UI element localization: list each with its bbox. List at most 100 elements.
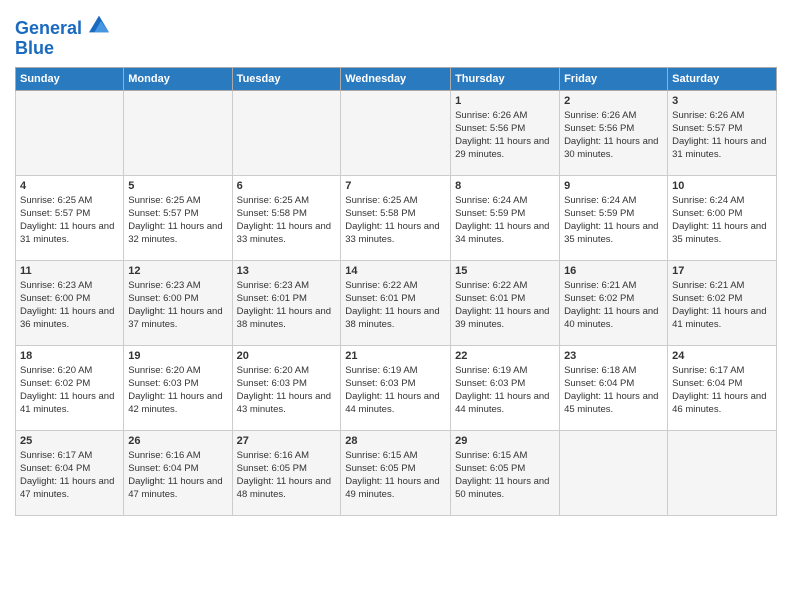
col-header-tuesday: Tuesday [232, 67, 341, 90]
daylight-text: Daylight: 11 hours and 38 minutes. [237, 306, 331, 330]
sunrise-text: Sunrise: 6:18 AM [564, 365, 636, 376]
sunset-text: Sunset: 6:03 PM [455, 378, 525, 389]
day-number: 9 [564, 179, 663, 194]
day-number: 27 [237, 434, 337, 449]
sunrise-text: Sunrise: 6:25 AM [237, 195, 309, 206]
calendar-header-row: SundayMondayTuesdayWednesdayThursdayFrid… [16, 67, 777, 90]
daylight-text: Daylight: 11 hours and 39 minutes. [455, 306, 549, 330]
sunrise-text: Sunrise: 6:20 AM [237, 365, 309, 376]
calendar-cell: 25Sunrise: 6:17 AMSunset: 6:04 PMDayligh… [16, 430, 124, 515]
sunrise-text: Sunrise: 6:17 AM [20, 450, 92, 461]
sunrise-text: Sunrise: 6:22 AM [345, 280, 417, 291]
day-number: 25 [20, 434, 119, 449]
daylight-text: Daylight: 11 hours and 31 minutes. [20, 221, 114, 245]
day-number: 14 [345, 264, 446, 279]
calendar-cell: 28Sunrise: 6:15 AMSunset: 6:05 PMDayligh… [341, 430, 451, 515]
col-header-thursday: Thursday [451, 67, 560, 90]
day-number: 18 [20, 349, 119, 364]
sunrise-text: Sunrise: 6:26 AM [564, 110, 636, 121]
calendar-cell: 18Sunrise: 6:20 AMSunset: 6:02 PMDayligh… [16, 345, 124, 430]
col-header-wednesday: Wednesday [341, 67, 451, 90]
daylight-text: Daylight: 11 hours and 49 minutes. [345, 476, 439, 500]
calendar-week-row: 1 Sunrise: 6:26 AM Sunset: 5:56 PM Daylight… [16, 90, 777, 175]
day-number: 4 [20, 179, 119, 194]
day-number: 1 [455, 94, 555, 109]
sunrise-text: Sunrise: 6:15 AM [455, 450, 527, 461]
calendar-cell [16, 90, 124, 175]
daylight-text: Daylight: 11 hours and 30 minutes. [564, 136, 658, 160]
calendar-cell: 11Sunrise: 6:23 AMSunset: 6:00 PMDayligh… [16, 260, 124, 345]
calendar-week-row: 18Sunrise: 6:20 AMSunset: 6:02 PMDayligh… [16, 345, 777, 430]
sunrise-text: Sunrise: 6:17 AM [672, 365, 744, 376]
calendar-cell: 29Sunrise: 6:15 AMSunset: 6:05 PMDayligh… [451, 430, 560, 515]
sunset-text: Sunset: 6:05 PM [345, 463, 415, 474]
daylight-text: Daylight: 11 hours and 29 minutes. [455, 136, 549, 160]
day-number: 28 [345, 434, 446, 449]
sunset-text: Sunset: 5:59 PM [564, 208, 634, 219]
calendar-cell: 20Sunrise: 6:20 AMSunset: 6:03 PMDayligh… [232, 345, 341, 430]
daylight-text: Daylight: 11 hours and 37 minutes. [128, 306, 222, 330]
daylight-text: Daylight: 11 hours and 35 minutes. [672, 221, 766, 245]
day-number: 11 [20, 264, 119, 279]
sunrise-text: Sunrise: 6:16 AM [128, 450, 200, 461]
sunrise-text: Sunrise: 6:22 AM [455, 280, 527, 291]
daylight-text: Daylight: 11 hours and 41 minutes. [20, 391, 114, 415]
sunset-text: Sunset: 6:02 PM [564, 293, 634, 304]
sunset-text: Sunset: 6:04 PM [564, 378, 634, 389]
day-number: 23 [564, 349, 663, 364]
sunset-text: Sunset: 6:00 PM [128, 293, 198, 304]
calendar-cell: 19Sunrise: 6:20 AMSunset: 6:03 PMDayligh… [124, 345, 232, 430]
calendar-week-row: 25Sunrise: 6:17 AM Sunset: 6:04 PM Dayligh… [16, 430, 777, 515]
day-number: 12 [128, 264, 227, 279]
calendar-cell: 26Sunrise: 6:16 AMSunset: 6:04 PMDayligh… [124, 430, 232, 515]
calendar-cell: 24Sunrise: 6:17 AMSunset: 6:04 PMDayligh… [668, 345, 777, 430]
sunset-text: Sunset: 5:56 PM [455, 123, 525, 134]
sunset-text: Sunset: 6:00 PM [672, 208, 742, 219]
calendar-cell [341, 90, 451, 175]
day-number: 21 [345, 349, 446, 364]
sunset-text: Sunset: 5:57 PM [20, 208, 90, 219]
sunrise-text: Sunrise: 6:20 AM [20, 365, 92, 376]
day-number: 5 [128, 179, 227, 194]
calendar-cell [232, 90, 341, 175]
sunset-text: Sunset: 6:02 PM [672, 293, 742, 304]
sunset-text: Sunset: 5:57 PM [128, 208, 198, 219]
daylight-text: Daylight: 11 hours and 33 minutes. [237, 221, 331, 245]
daylight-text: Daylight: 11 hours and 44 minutes. [345, 391, 439, 415]
sunrise-text: Sunrise: 6:26 AM [672, 110, 744, 121]
daylight-text: Daylight: 11 hours and 35 minutes. [564, 221, 658, 245]
col-header-saturday: Saturday [668, 67, 777, 90]
sunset-text: Sunset: 6:05 PM [237, 463, 307, 474]
calendar-cell: 2Sunrise: 6:26 AMSunset: 5:56 PMDaylight… [560, 90, 668, 175]
sunset-text: Sunset: 6:03 PM [128, 378, 198, 389]
sunrise-text: Sunrise: 6:24 AM [455, 195, 527, 206]
sunset-text: Sunset: 6:04 PM [20, 463, 90, 474]
day-number: 22 [455, 349, 555, 364]
daylight-text: Daylight: 11 hours and 31 minutes. [672, 136, 766, 160]
calendar-week-row: 4Sunrise: 6:25 AMSunset: 5:57 PMDaylight… [16, 175, 777, 260]
sunset-text: Sunset: 6:01 PM [455, 293, 525, 304]
daylight-text: Daylight: 11 hours and 43 minutes. [237, 391, 331, 415]
daylight-text: Daylight: 11 hours and 46 minutes. [672, 391, 766, 415]
calendar-cell: 15Sunrise: 6:22 AM Sunset: 6:01 PM Dayligh… [451, 260, 560, 345]
sunrise-text: Sunrise: 6:23 AM [128, 280, 200, 291]
logo-icon [89, 14, 109, 34]
daylight-text: Daylight: 11 hours and 34 minutes. [455, 221, 549, 245]
daylight-text: Daylight: 11 hours and 44 minutes. [455, 391, 549, 415]
sunset-text: Sunset: 6:01 PM [345, 293, 415, 304]
calendar-cell: 4Sunrise: 6:25 AM Sunset: 5:57 PM Daylight… [16, 175, 124, 260]
day-number: 13 [237, 264, 337, 279]
calendar-cell: 3Sunrise: 6:26 AMSunset: 5:57 PMDaylight… [668, 90, 777, 175]
calendar-cell: 7Sunrise: 6:25 AMSunset: 5:58 PMDaylight… [341, 175, 451, 260]
day-number: 29 [455, 434, 555, 449]
sunrise-text: Sunrise: 6:21 AM [672, 280, 744, 291]
daylight-text: Daylight: 11 hours and 40 minutes. [564, 306, 658, 330]
daylight-text: Daylight: 11 hours and 45 minutes. [564, 391, 658, 415]
sunset-text: Sunset: 5:57 PM [672, 123, 742, 134]
day-number: 15 [455, 264, 555, 279]
sunset-text: Sunset: 5:58 PM [345, 208, 415, 219]
sunrise-text: Sunrise: 6:20 AM [128, 365, 200, 376]
sunrise-text: Sunrise: 6:25 AM [20, 195, 92, 206]
logo-blue: Blue [15, 39, 109, 59]
day-number: 7 [345, 179, 446, 194]
